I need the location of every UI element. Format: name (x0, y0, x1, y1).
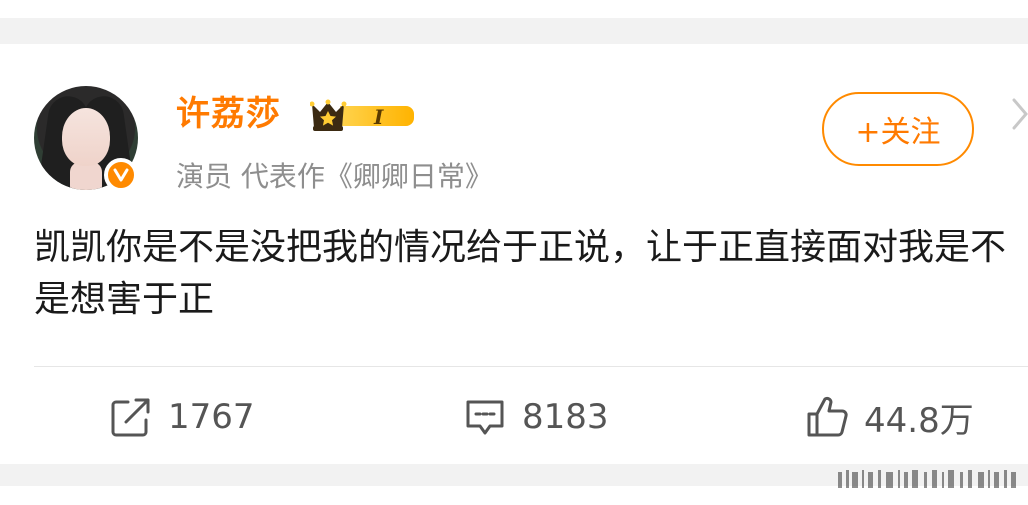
avatar-face (62, 108, 110, 166)
comment-icon (466, 400, 504, 435)
like-button[interactable]: 44.8万 (804, 392, 974, 442)
author-name[interactable]: 许荔莎 (176, 94, 281, 134)
action-divider (34, 366, 1028, 367)
watermark-barcode-icon (838, 470, 1016, 488)
follow-button[interactable]: +关注 (822, 92, 974, 166)
repost-icon (111, 398, 150, 437)
vip-level-text: I (373, 105, 384, 129)
author-description: 演员 代表作《卿卿日常》 (176, 160, 493, 193)
like-icon (807, 396, 848, 437)
comment-button[interactable]: 8183 (462, 392, 609, 442)
like-count: 44.8万 (864, 400, 974, 441)
top-gap (0, 0, 1028, 18)
follow-label: +关注 (855, 115, 941, 150)
repost-button[interactable]: 1767 (108, 392, 255, 442)
repost-count: 1767 (168, 397, 255, 437)
verified-badge-icon (104, 158, 138, 192)
avatar-neck (70, 162, 102, 190)
vip-crown-icon: I (310, 99, 414, 131)
post-content: 凯凯你是不是没把我的情况给于正说，让于正直接面对我是不是想害于正 (34, 227, 1007, 320)
chevron-right-icon[interactable] (1010, 96, 1028, 132)
comment-count: 8183 (522, 397, 609, 437)
